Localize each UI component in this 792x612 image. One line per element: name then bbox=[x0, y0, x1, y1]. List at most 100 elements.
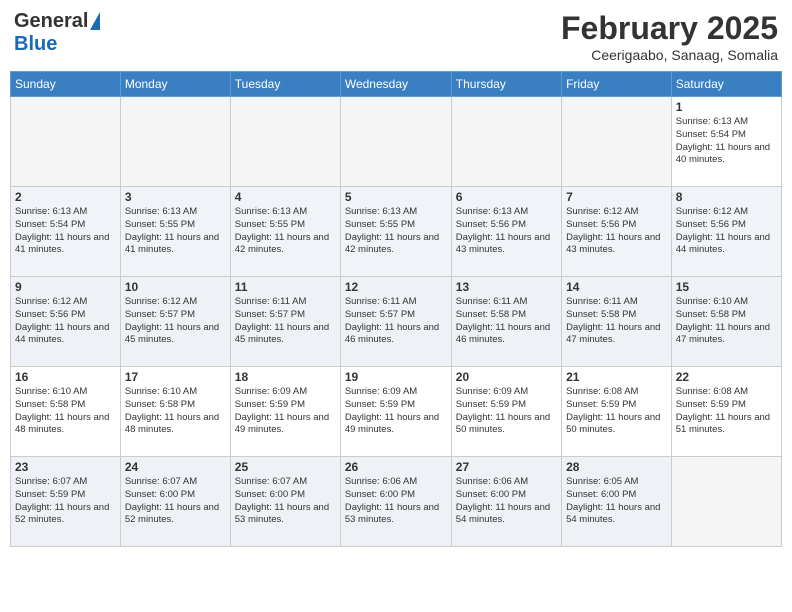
calendar-day-cell bbox=[11, 97, 121, 187]
day-info: Sunrise: 6:13 AMSunset: 5:56 PMDaylight:… bbox=[456, 206, 557, 257]
day-number: 13 bbox=[456, 280, 557, 294]
weekday-header-wednesday: Wednesday bbox=[340, 72, 451, 97]
day-info: Sunrise: 6:09 AMSunset: 5:59 PMDaylight:… bbox=[345, 386, 447, 437]
day-info: Sunrise: 6:06 AMSunset: 6:00 PMDaylight:… bbox=[345, 476, 447, 527]
day-number: 27 bbox=[456, 460, 557, 474]
day-info: Sunrise: 6:13 AMSunset: 5:54 PMDaylight:… bbox=[676, 116, 777, 167]
calendar-week-1: 1 Sunrise: 6:13 AMSunset: 5:54 PMDaylight… bbox=[11, 97, 782, 187]
calendar-week-3: 9Sunrise: 6:12 AMSunset: 5:56 PMDaylight… bbox=[11, 277, 782, 367]
day-number: 16 bbox=[15, 370, 116, 384]
calendar-day-cell: 24 Sunrise: 6:07 AMSunset: 6:00 PMDayligh… bbox=[120, 457, 230, 547]
weekday-header-friday: Friday bbox=[562, 72, 672, 97]
day-number: 18 bbox=[235, 370, 336, 384]
day-number: 25 bbox=[235, 460, 336, 474]
weekday-header-monday: Monday bbox=[120, 72, 230, 97]
calendar-day-cell: 19 Sunrise: 6:09 AMSunset: 5:59 PMDayligh… bbox=[340, 367, 451, 457]
calendar-day-cell bbox=[230, 97, 340, 187]
day-number: 3 bbox=[125, 190, 226, 204]
day-number: 8 bbox=[676, 190, 777, 204]
day-number: 1 bbox=[676, 100, 777, 114]
day-info: Sunrise: 6:13 AMSunset: 5:55 PMDaylight:… bbox=[235, 206, 336, 257]
calendar-day-cell: 27 Sunrise: 6:06 AMSunset: 6:00 PMDayligh… bbox=[451, 457, 561, 547]
day-info: Sunrise: 6:07 AMSunset: 6:00 PMDaylight:… bbox=[125, 476, 226, 527]
day-number: 24 bbox=[125, 460, 226, 474]
calendar-day-cell: 21Sunrise: 6:08 AMSunset: 5:59 PMDayligh… bbox=[562, 367, 672, 457]
page-header: General Blue February 2025 Ceerigaabo, S… bbox=[10, 10, 782, 63]
calendar-day-cell: 20 Sunrise: 6:09 AMSunset: 5:59 PMDayligh… bbox=[451, 367, 561, 457]
day-info: Sunrise: 6:10 AMSunset: 5:58 PMDaylight:… bbox=[676, 296, 777, 347]
day-info: Sunrise: 6:09 AMSunset: 5:59 PMDaylight:… bbox=[235, 386, 336, 437]
day-info: Sunrise: 6:11 AMSunset: 5:58 PMDaylight:… bbox=[566, 296, 667, 347]
calendar-day-cell: 17 Sunrise: 6:10 AMSunset: 5:58 PMDayligh… bbox=[120, 367, 230, 457]
day-info: Sunrise: 6:11 AMSunset: 5:57 PMDaylight:… bbox=[235, 296, 336, 347]
logo-triangle-icon bbox=[90, 12, 100, 30]
day-number: 19 bbox=[345, 370, 447, 384]
calendar-day-cell: 12 Sunrise: 6:11 AMSunset: 5:57 PMDayligh… bbox=[340, 277, 451, 367]
day-info: Sunrise: 6:06 AMSunset: 6:00 PMDaylight:… bbox=[456, 476, 557, 527]
day-number: 28 bbox=[566, 460, 667, 474]
weekday-header-tuesday: Tuesday bbox=[230, 72, 340, 97]
calendar-day-cell: 10 Sunrise: 6:12 AMSunset: 5:57 PMDayligh… bbox=[120, 277, 230, 367]
calendar-day-cell: 5 Sunrise: 6:13 AMSunset: 5:55 PMDaylight… bbox=[340, 187, 451, 277]
day-info: Sunrise: 6:12 AMSunset: 5:57 PMDaylight:… bbox=[125, 296, 226, 347]
calendar-day-cell: 14 Sunrise: 6:11 AMSunset: 5:58 PMDayligh… bbox=[562, 277, 672, 367]
calendar-week-2: 2Sunrise: 6:13 AMSunset: 5:54 PMDaylight… bbox=[11, 187, 782, 277]
day-info: Sunrise: 6:07 AMSunset: 6:00 PMDaylight:… bbox=[235, 476, 336, 527]
day-number: 4 bbox=[235, 190, 336, 204]
calendar-day-cell: 7 Sunrise: 6:12 AMSunset: 5:56 PMDaylight… bbox=[562, 187, 672, 277]
calendar-week-4: 16 Sunrise: 6:10 AMSunset: 5:58 PMDayligh… bbox=[11, 367, 782, 457]
day-info: Sunrise: 6:07 AMSunset: 5:59 PMDaylight:… bbox=[15, 476, 116, 527]
calendar-day-cell: 28 Sunrise: 6:05 AMSunset: 6:00 PMDayligh… bbox=[562, 457, 672, 547]
day-info: Sunrise: 6:10 AMSunset: 5:58 PMDaylight:… bbox=[15, 386, 116, 437]
location-subtitle: Ceerigaabo, Sanaag, Somalia bbox=[561, 47, 778, 63]
calendar-day-cell: 16 Sunrise: 6:10 AMSunset: 5:58 PMDayligh… bbox=[11, 367, 121, 457]
day-info: Sunrise: 6:11 AMSunset: 5:58 PMDaylight:… bbox=[456, 296, 557, 347]
logo-blue-text: Blue bbox=[14, 33, 57, 56]
calendar-day-cell: 25 Sunrise: 6:07 AMSunset: 6:00 PMDayligh… bbox=[230, 457, 340, 547]
day-info: Sunrise: 6:13 AMSunset: 5:54 PMDaylight:… bbox=[15, 206, 116, 257]
calendar-day-cell: 9Sunrise: 6:12 AMSunset: 5:56 PMDaylight… bbox=[11, 277, 121, 367]
calendar-day-cell: 1 Sunrise: 6:13 AMSunset: 5:54 PMDaylight… bbox=[671, 97, 781, 187]
day-info: Sunrise: 6:05 AMSunset: 6:00 PMDaylight:… bbox=[566, 476, 667, 527]
calendar-day-cell: 6Sunrise: 6:13 AMSunset: 5:56 PMDaylight… bbox=[451, 187, 561, 277]
day-info: Sunrise: 6:13 AMSunset: 5:55 PMDaylight:… bbox=[345, 206, 447, 257]
calendar-day-cell: 3 Sunrise: 6:13 AMSunset: 5:55 PMDaylight… bbox=[120, 187, 230, 277]
weekday-header-sunday: Sunday bbox=[11, 72, 121, 97]
calendar-day-cell: 18 Sunrise: 6:09 AMSunset: 5:59 PMDayligh… bbox=[230, 367, 340, 457]
weekday-header-saturday: Saturday bbox=[671, 72, 781, 97]
day-number: 10 bbox=[125, 280, 226, 294]
day-info: Sunrise: 6:10 AMSunset: 5:58 PMDaylight:… bbox=[125, 386, 226, 437]
calendar-day-cell: 23 Sunrise: 6:07 AMSunset: 5:59 PMDayligh… bbox=[11, 457, 121, 547]
calendar-day-cell: 2Sunrise: 6:13 AMSunset: 5:54 PMDaylight… bbox=[11, 187, 121, 277]
weekday-header-thursday: Thursday bbox=[451, 72, 561, 97]
day-info: Sunrise: 6:11 AMSunset: 5:57 PMDaylight:… bbox=[345, 296, 447, 347]
day-number: 11 bbox=[235, 280, 336, 294]
day-info: Sunrise: 6:08 AMSunset: 5:59 PMDaylight:… bbox=[676, 386, 777, 437]
calendar-day-cell bbox=[562, 97, 672, 187]
calendar-day-cell: 11 Sunrise: 6:11 AMSunset: 5:57 PMDayligh… bbox=[230, 277, 340, 367]
day-number: 15 bbox=[676, 280, 777, 294]
calendar-table: SundayMondayTuesdayWednesdayThursdayFrid… bbox=[10, 71, 782, 547]
day-number: 23 bbox=[15, 460, 116, 474]
day-number: 5 bbox=[345, 190, 447, 204]
calendar-day-cell bbox=[451, 97, 561, 187]
day-number: 7 bbox=[566, 190, 667, 204]
day-number: 14 bbox=[566, 280, 667, 294]
day-number: 12 bbox=[345, 280, 447, 294]
calendar-day-cell: 15 Sunrise: 6:10 AMSunset: 5:58 PMDayligh… bbox=[671, 277, 781, 367]
month-year-title: February 2025 bbox=[561, 10, 778, 47]
day-info: Sunrise: 6:09 AMSunset: 5:59 PMDaylight:… bbox=[456, 386, 557, 437]
day-number: 17 bbox=[125, 370, 226, 384]
calendar-header-row: SundayMondayTuesdayWednesdayThursdayFrid… bbox=[11, 72, 782, 97]
day-number: 20 bbox=[456, 370, 557, 384]
day-info: Sunrise: 6:12 AMSunset: 5:56 PMDaylight:… bbox=[566, 206, 667, 257]
day-info: Sunrise: 6:12 AMSunset: 5:56 PMDaylight:… bbox=[676, 206, 777, 257]
calendar-day-cell: 8 Sunrise: 6:12 AMSunset: 5:56 PMDaylight… bbox=[671, 187, 781, 277]
day-info: Sunrise: 6:08 AMSunset: 5:59 PMDaylight:… bbox=[566, 386, 667, 437]
day-info: Sunrise: 6:12 AMSunset: 5:56 PMDaylight:… bbox=[15, 296, 116, 347]
calendar-day-cell bbox=[120, 97, 230, 187]
day-number: 26 bbox=[345, 460, 447, 474]
calendar-day-cell bbox=[340, 97, 451, 187]
day-info: Sunrise: 6:13 AMSunset: 5:55 PMDaylight:… bbox=[125, 206, 226, 257]
calendar-day-cell: 13 Sunrise: 6:11 AMSunset: 5:58 PMDayligh… bbox=[451, 277, 561, 367]
